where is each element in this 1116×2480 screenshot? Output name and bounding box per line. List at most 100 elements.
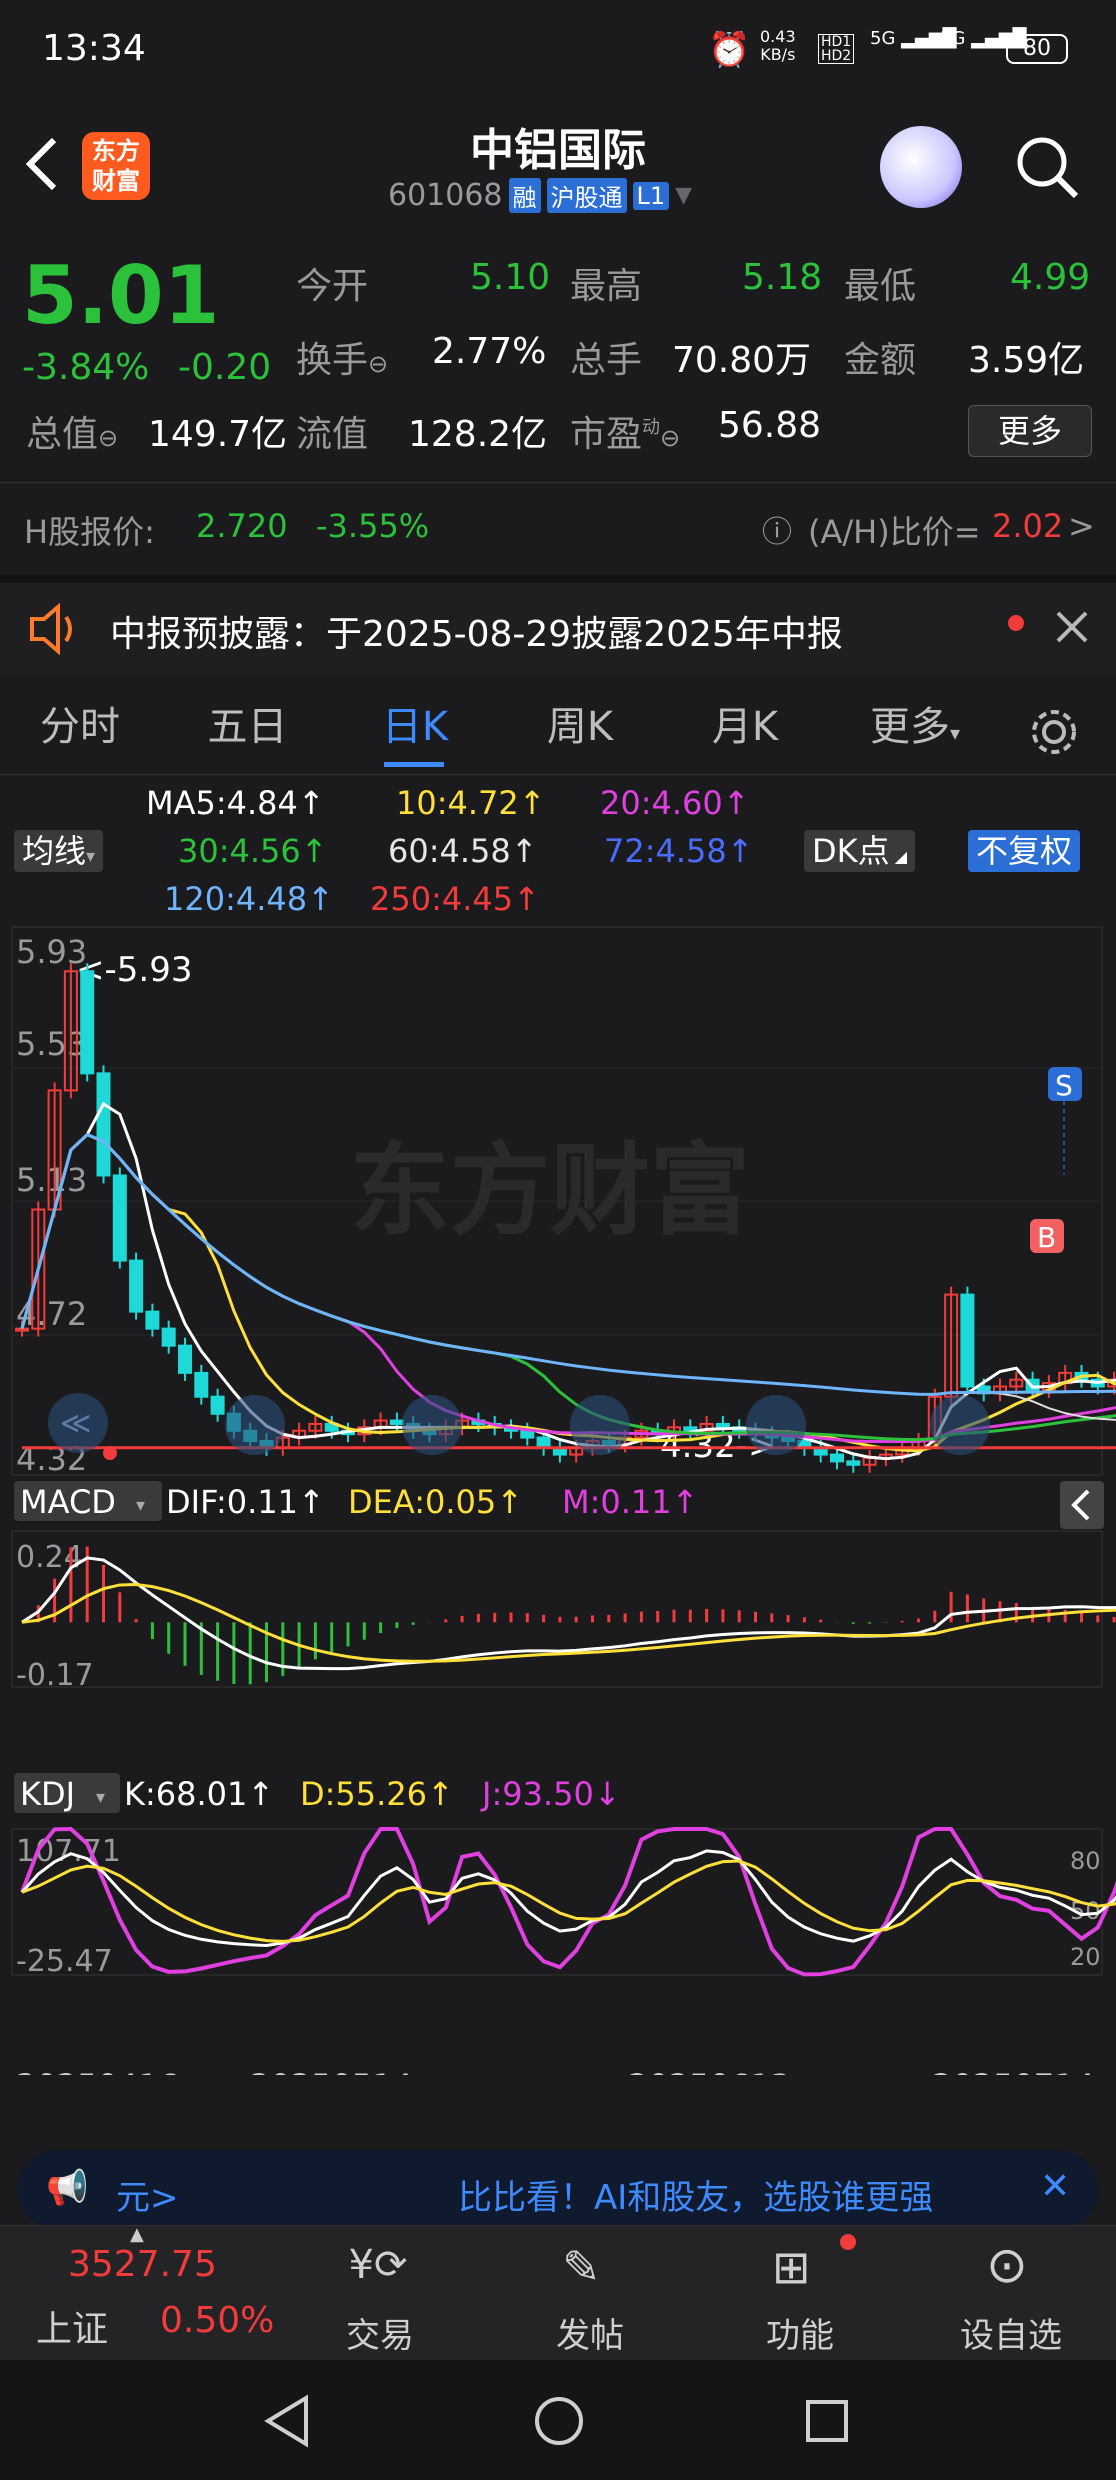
recent-apps-icon[interactable]	[802, 2396, 852, 2446]
ma30-value: 30:4.56↑	[178, 832, 328, 870]
pe-label: 市盈动⊖	[570, 414, 681, 455]
candle	[178, 1344, 192, 1374]
d-line	[21, 1859, 1116, 1943]
tab-monthly-k[interactable]: 月K	[665, 680, 825, 775]
open-label: 今开	[296, 266, 369, 307]
help-icon[interactable]: ⓘ	[762, 507, 792, 551]
kdj-d: D:55.26↑	[300, 1775, 454, 1813]
ad-text: 比比看！AI和股友，选股谁更强	[458, 2178, 934, 2218]
turnover-value: 2.77%	[432, 331, 547, 372]
sell-mark: S	[1055, 1069, 1073, 1102]
tab-more[interactable]: 更多▾	[850, 680, 980, 775]
date-label: 20250416	[16, 2067, 179, 2075]
ma72-value: 72:4.58↑	[604, 832, 754, 870]
hd-icon: HD1 HD2	[818, 34, 855, 64]
nav-trade[interactable]: ¥⟳ 交易	[310, 2226, 450, 2361]
candle	[80, 970, 95, 1075]
nav-function[interactable]: ⊞ 功能	[730, 2226, 870, 2361]
kdj-ymin: -25.47	[16, 1944, 113, 1979]
robot-assistant-icon[interactable]	[880, 126, 962, 208]
ad-close-icon[interactable]: ✕	[1040, 2166, 1070, 2207]
ma120-value: 120:4.48↑	[164, 880, 334, 918]
hshare-price: 2.720	[196, 507, 288, 545]
chevron-down-icon[interactable]: ▼	[675, 183, 692, 208]
candle	[210, 1395, 225, 1415]
low-value: 4.99	[1010, 257, 1091, 298]
kline-y3: 5.13	[16, 1161, 87, 1199]
amount-label: 金额	[844, 340, 917, 381]
notice-dot	[1008, 615, 1024, 631]
nav-post-label: 发帖	[556, 2316, 624, 2356]
close-icon[interactable]	[1054, 607, 1090, 647]
ma250-value: 250:4.45↑	[370, 880, 540, 918]
margin-tag: 融	[508, 178, 541, 213]
candle	[536, 1436, 551, 1449]
ma-selector[interactable]: 均线▾	[14, 830, 104, 872]
high-value: 5.18	[742, 257, 823, 298]
edit-icon: ✎	[562, 2240, 601, 2294]
hshare-label: H股报价:	[24, 513, 155, 551]
float-value: 128.2亿	[408, 414, 548, 455]
macd-ymax: 0.24	[16, 1540, 83, 1575]
stock-code: 601068	[388, 178, 503, 213]
active-tab-indicator	[384, 762, 444, 767]
date-label: 20250714	[932, 2067, 1095, 2075]
search-icon[interactable]	[1012, 132, 1082, 202]
ma5-value: MA5:4.84↑	[146, 784, 325, 822]
nav-post[interactable]: ✎ 发帖	[520, 2226, 660, 2361]
candle	[96, 1072, 111, 1177]
kdj-j: J:93.50↓	[480, 1775, 621, 1813]
dk-button[interactable]: DK点 ◢	[804, 830, 916, 872]
candle	[389, 1419, 404, 1425]
more-quote-button[interactable]: 更多	[968, 405, 1092, 457]
kdj-selector-label: KDJ	[20, 1775, 75, 1813]
status-time: 13:34	[42, 28, 146, 69]
tab-daily-k[interactable]: 日K	[335, 680, 495, 775]
tab-weekly-k[interactable]: 周K	[500, 680, 660, 775]
notice-bar[interactable]: 中报预披露：于2025-08-29披露2025年中报	[0, 575, 1116, 675]
ma-legend: MA5:4.84↑ 10:4.72↑ 20:4.60↑ 均线▾ 30:4.56↑…	[0, 778, 1116, 928]
net-speed: 0.43 KB/s	[760, 27, 796, 64]
back-triangle-icon[interactable]	[262, 2394, 312, 2448]
k-line	[20, 1849, 1116, 1948]
kline-chart[interactable]: 东方财富 5.93 5.53 5.13 4.72 4.32 <-5.93 4.3…	[0, 925, 1116, 2075]
gear-icon[interactable]	[1026, 704, 1082, 760]
last-price: 5.01	[22, 249, 220, 342]
candle	[129, 1259, 144, 1313]
alarm-icon: ⏰	[708, 30, 751, 70]
ah-value: 2.02	[992, 507, 1064, 545]
adjust-button[interactable]: 不复权	[968, 830, 1081, 872]
hshare-change: -3.55%	[316, 507, 430, 545]
period-tabs: 分时 五日 日K 周K 月K 更多▾	[0, 680, 1116, 775]
low-label: 最低	[844, 266, 917, 307]
stock-code-row: 601068 融 沪股通 L1 ▼	[388, 178, 692, 213]
ad-banner[interactable]: 📢 元> 比比看！AI和股友，选股谁更强 ✕	[18, 2150, 1098, 2230]
buy-mark: B	[1037, 1221, 1056, 1254]
candle	[15, 1327, 29, 1332]
tab-five-day[interactable]: 五日	[165, 680, 330, 775]
hshare-row[interactable]: H股报价: 2.720 -3.55% ⓘ (A/H)比价= 2.02 >	[0, 482, 1116, 572]
candle	[715, 1422, 730, 1429]
candle	[112, 1174, 127, 1262]
index-ticker[interactable]: ▲ 3527.75 上证 0.50%	[0, 2224, 300, 2361]
macd-dif: DIF:0.11↑	[166, 1483, 325, 1521]
candle	[846, 1460, 861, 1466]
nav-watchlist-label: 设自选	[960, 2316, 1062, 2356]
title-bar: 东方 财富 中铝国际 601068 融 沪股通 L1 ▼	[0, 100, 1116, 230]
nav-watchlist[interactable]: ⊙ 设自选	[940, 2226, 1090, 2361]
notice-text: 中报预披露：于2025-08-29披露2025年中报	[110, 614, 843, 655]
volume-label: 总手	[570, 340, 643, 381]
ma20-value: 20:4.60↑	[600, 784, 750, 822]
tab-intraday[interactable]: 分时	[0, 680, 160, 775]
macd-ymin: -0.17	[16, 1658, 94, 1693]
kdj-k: K:68.01↑	[124, 1775, 274, 1813]
index-change: 0.50%	[160, 2300, 275, 2341]
bottom-nav: ▲ 3527.75 上证 0.50% ¥⟳ 交易 ✎ 发帖 ⊞ 功能 ⊙ 设自选	[0, 2224, 1116, 2361]
apps-icon: ⊞	[772, 2240, 811, 2294]
home-circle-icon[interactable]	[532, 2394, 586, 2448]
collapse-button[interactable]	[1060, 1481, 1104, 1529]
candle	[960, 1293, 975, 1388]
quote-panel: 5.01 -3.84% -0.20 今开 5.10 最高 5.18 最低 4.9…	[0, 235, 1116, 480]
volume-value: 70.80万	[672, 340, 812, 381]
amount-value: 3.59亿	[968, 340, 1085, 381]
